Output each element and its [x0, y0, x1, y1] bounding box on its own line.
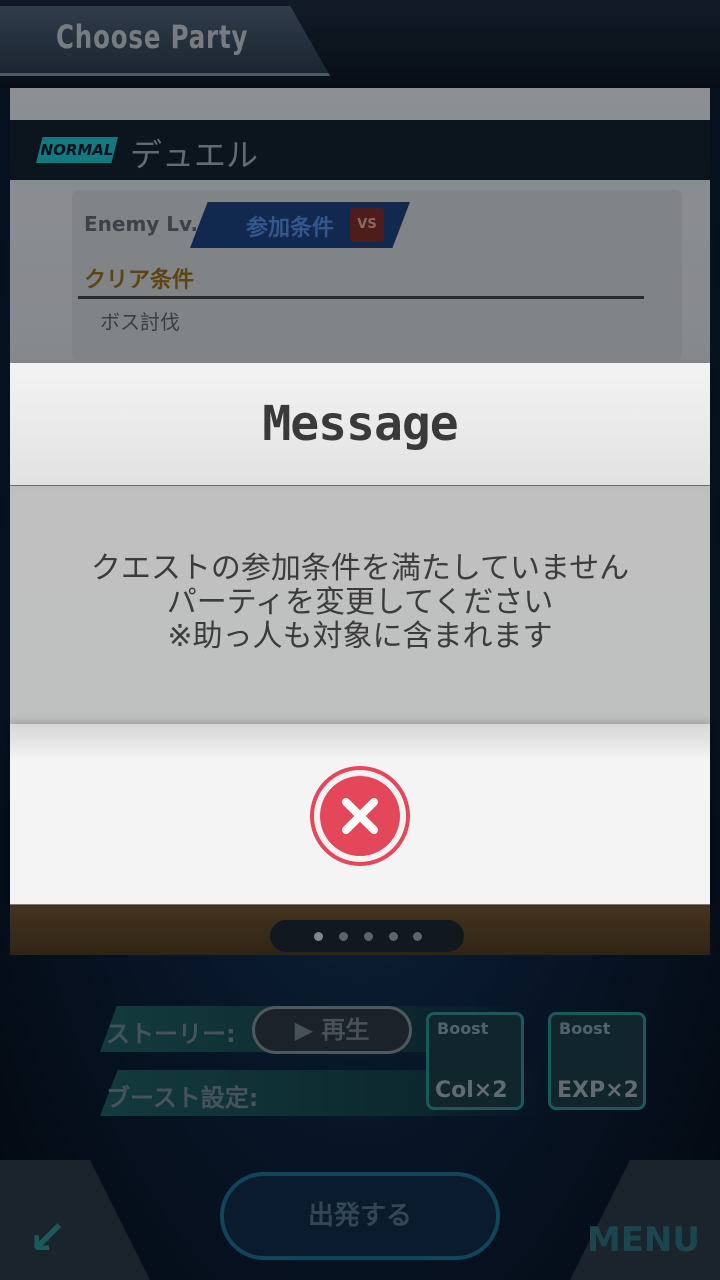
modal-message: クエストの参加条件を満たしていません パーティを変更してください ※助っ人も対象… [10, 552, 710, 654]
close-icon [342, 798, 378, 834]
close-button-face [320, 776, 400, 856]
message-line-2: パーティを変更してください [166, 585, 554, 620]
modal-title: Message [262, 396, 458, 452]
modal-footer [10, 724, 710, 904]
message-line-1: クエストの参加条件を満たしていません [90, 551, 630, 586]
close-button[interactable] [310, 766, 410, 866]
message-line-3: ※助っ人も対象に含まれます [167, 619, 553, 654]
modal-header: Message [10, 363, 710, 485]
modal-body: クエストの参加条件を満たしていません パーティを変更してください ※助っ人も対象… [10, 486, 710, 724]
